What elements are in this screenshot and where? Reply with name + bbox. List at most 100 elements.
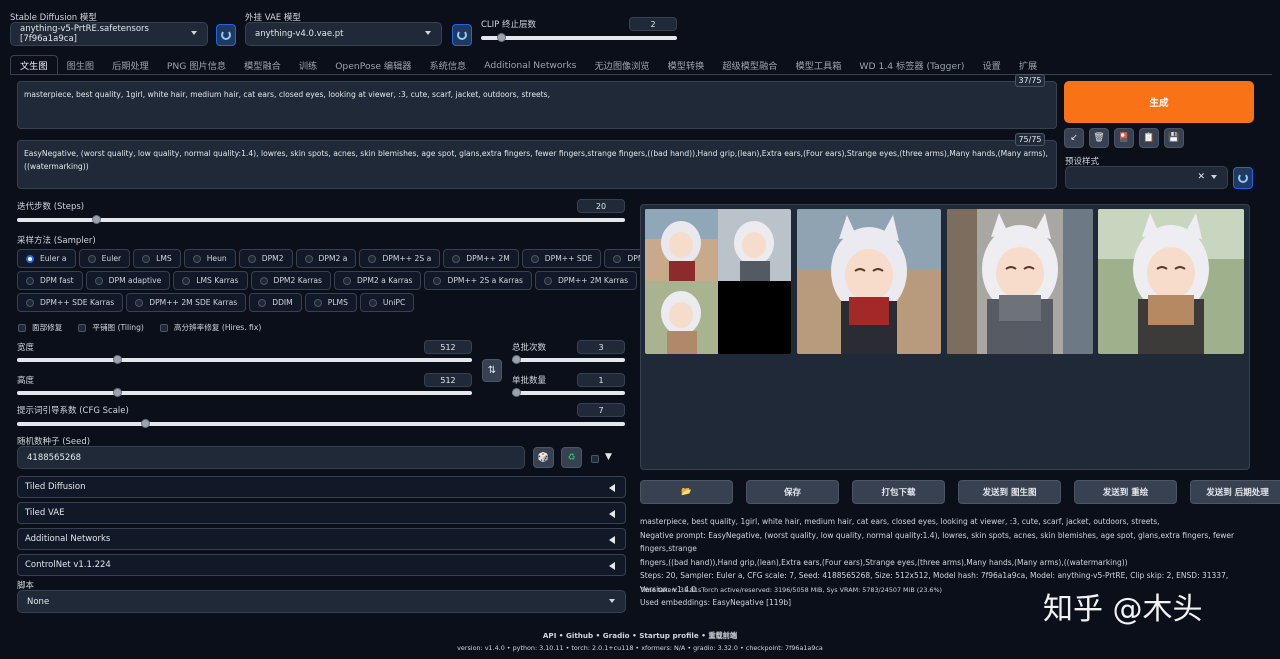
tab-4[interactable]: 模型融合 [235, 55, 290, 75]
restore-faces-checkbox[interactable]: 面部修复 [18, 322, 62, 333]
paste-params-icon[interactable]: ↙ [1064, 128, 1084, 148]
refresh-styles-button[interactable] [1233, 167, 1253, 189]
styles-dropdown[interactable]: ✕ [1065, 166, 1228, 189]
accordion-tiled-diffusion[interactable]: Tiled Diffusion [17, 476, 626, 498]
tab-2[interactable]: 后期处理 [103, 55, 158, 75]
footer-link[interactable]: 重载前端 [708, 631, 737, 640]
tab-5[interactable]: 训练 [290, 55, 326, 75]
sampler-option[interactable]: DPM++ 2M SDE Karras [126, 293, 247, 312]
sampler-option[interactable]: DPM++ SDE [521, 249, 602, 268]
footer-link[interactable]: API [543, 631, 557, 640]
tab-13[interactable]: WD 1.4 标签器 (Tagger) [850, 55, 973, 75]
slider-thumb[interactable] [512, 388, 521, 397]
tab-12[interactable]: 模型工具箱 [786, 55, 850, 75]
sampler-option[interactable]: DPM2 Karras [250, 271, 331, 290]
hires-checkbox[interactable]: 高分辨率修复 (Hires. fix) [159, 322, 261, 333]
sampler-option[interactable]: DPM2 a Karras [333, 271, 422, 290]
footer-link[interactable]: Github [566, 631, 593, 640]
slider-thumb[interactable] [512, 355, 521, 364]
width-value[interactable]: 512 [424, 340, 472, 354]
checkbox[interactable] [18, 323, 26, 332]
trash-icon[interactable]: 🗑 [1089, 128, 1109, 148]
batch-count-slider[interactable] [512, 355, 625, 364]
steps-slider[interactable] [17, 215, 625, 224]
tab-3[interactable]: PNG 图片信息 [158, 55, 235, 75]
action-button-2[interactable]: 打包下载 [852, 480, 945, 504]
height-slider[interactable] [17, 388, 472, 397]
sampler-option[interactable]: PLMS [304, 293, 357, 312]
cfg-value[interactable]: 7 [577, 403, 625, 417]
refresh-model-button[interactable] [216, 24, 236, 46]
sampler-option[interactable]: DDIM [249, 293, 302, 312]
tab-15[interactable]: 扩展 [1010, 55, 1046, 75]
height-value[interactable]: 512 [424, 373, 472, 387]
tab-7[interactable]: 系统信息 [421, 55, 476, 75]
refresh-vae-button[interactable] [452, 24, 472, 46]
model-dropdown[interactable]: anything-v5-PrtRE.safetensors [7f96a1a9c… [10, 22, 208, 46]
sampler-option[interactable]: DPM++ 2M Karras [534, 271, 638, 290]
sampler-option[interactable]: DPM adaptive [85, 271, 171, 290]
slider-thumb[interactable] [92, 215, 102, 224]
action-button-1[interactable]: 保存 [746, 480, 839, 504]
sampler-option[interactable]: DPM++ 2M [443, 249, 519, 268]
open-folder-icon[interactable]: 📂 [640, 480, 733, 504]
sampler-option[interactable]: Heun [183, 249, 236, 268]
sampler-option[interactable]: LMS Karras [173, 271, 248, 290]
sampler-option[interactable]: Euler a [17, 249, 76, 268]
width-slider[interactable] [17, 355, 472, 364]
footer-link[interactable]: Gradio [603, 631, 630, 640]
tab-14[interactable]: 设置 [973, 55, 1009, 75]
action-button-4[interactable]: 发送到 重绘 [1074, 480, 1177, 504]
seed-input[interactable]: 4188565268 [17, 446, 525, 469]
checkbox[interactable] [159, 323, 168, 332]
image-icon[interactable]: 🎴 [1114, 128, 1134, 148]
tab-11[interactable]: 超级模型融合 [713, 55, 786, 75]
tab-8[interactable]: Additional Networks [475, 55, 585, 75]
sampler-option[interactable]: DPM++ SDE Karras [17, 293, 124, 312]
script-dropdown[interactable]: None [17, 590, 626, 613]
negative-prompt-input[interactable]: EasyNegative, (worst quality, low qualit… [17, 140, 1057, 189]
tab-6[interactable]: OpenPose 编辑器 [326, 55, 420, 75]
clear-icon[interactable]: ✕ [1197, 172, 1205, 182]
clip-value[interactable]: 2 [629, 17, 677, 31]
sampler-option[interactable]: Euler [78, 249, 131, 268]
positive-prompt-input[interactable]: masterpiece, best quality, 1girl, white … [17, 81, 1057, 129]
sampler-option[interactable]: DPM2 [238, 249, 293, 268]
slider-thumb[interactable] [497, 33, 506, 42]
sampler-option[interactable]: DPM++ 2S a [359, 249, 441, 268]
sampler-option[interactable]: DPM fast [17, 271, 83, 290]
batch-size-slider[interactable] [512, 388, 625, 397]
save-style-icon[interactable]: 💾 [1164, 128, 1184, 148]
dice-icon[interactable]: 🎲 [533, 447, 554, 468]
tab-1[interactable]: 图生图 [58, 55, 104, 75]
swap-dimensions-icon[interactable]: ⇅ [482, 359, 502, 382]
action-button-5[interactable]: 发送到 后期处理 [1190, 480, 1280, 504]
vae-dropdown[interactable]: anything-v4.0.vae.pt [245, 22, 442, 46]
batch-size-value[interactable]: 1 [577, 373, 625, 387]
tab-10[interactable]: 模型转换 [659, 55, 714, 75]
tab-9[interactable]: 无边图像浏览 [585, 55, 658, 75]
sampler-option[interactable]: LMS [133, 249, 181, 268]
slider-thumb[interactable] [140, 419, 150, 428]
clip-slider[interactable] [481, 33, 677, 42]
sampler-option[interactable]: DPM2 a [295, 249, 357, 268]
slider-thumb[interactable] [113, 388, 123, 397]
output-image-2[interactable] [947, 209, 1093, 354]
slider-thumb[interactable] [113, 355, 123, 364]
accordion-additional-networks[interactable]: Additional Networks [17, 528, 626, 550]
batch-count-value[interactable]: 3 [577, 340, 625, 354]
clipboard-icon[interactable]: 📋 [1139, 128, 1159, 148]
extra-seed-checkbox[interactable] [591, 455, 599, 463]
output-image-1[interactable] [797, 209, 941, 354]
steps-value[interactable]: 20 [577, 199, 625, 213]
accordion-tiled-vae[interactable]: Tiled VAE [17, 502, 626, 524]
checkbox[interactable] [78, 323, 87, 332]
tiling-checkbox[interactable]: 平铺图 (Tiling) [78, 322, 144, 333]
generate-button[interactable]: 生成 [1064, 81, 1254, 123]
cfg-slider[interactable] [17, 419, 625, 428]
recycle-icon[interactable]: ♻ [561, 447, 582, 468]
footer-link[interactable]: Startup profile [639, 631, 699, 640]
expand-triangle-icon[interactable]: ▼ [605, 452, 612, 462]
grid-image[interactable] [645, 209, 791, 354]
accordion-controlnet[interactable]: ControlNet v1.1.224 [17, 554, 626, 576]
